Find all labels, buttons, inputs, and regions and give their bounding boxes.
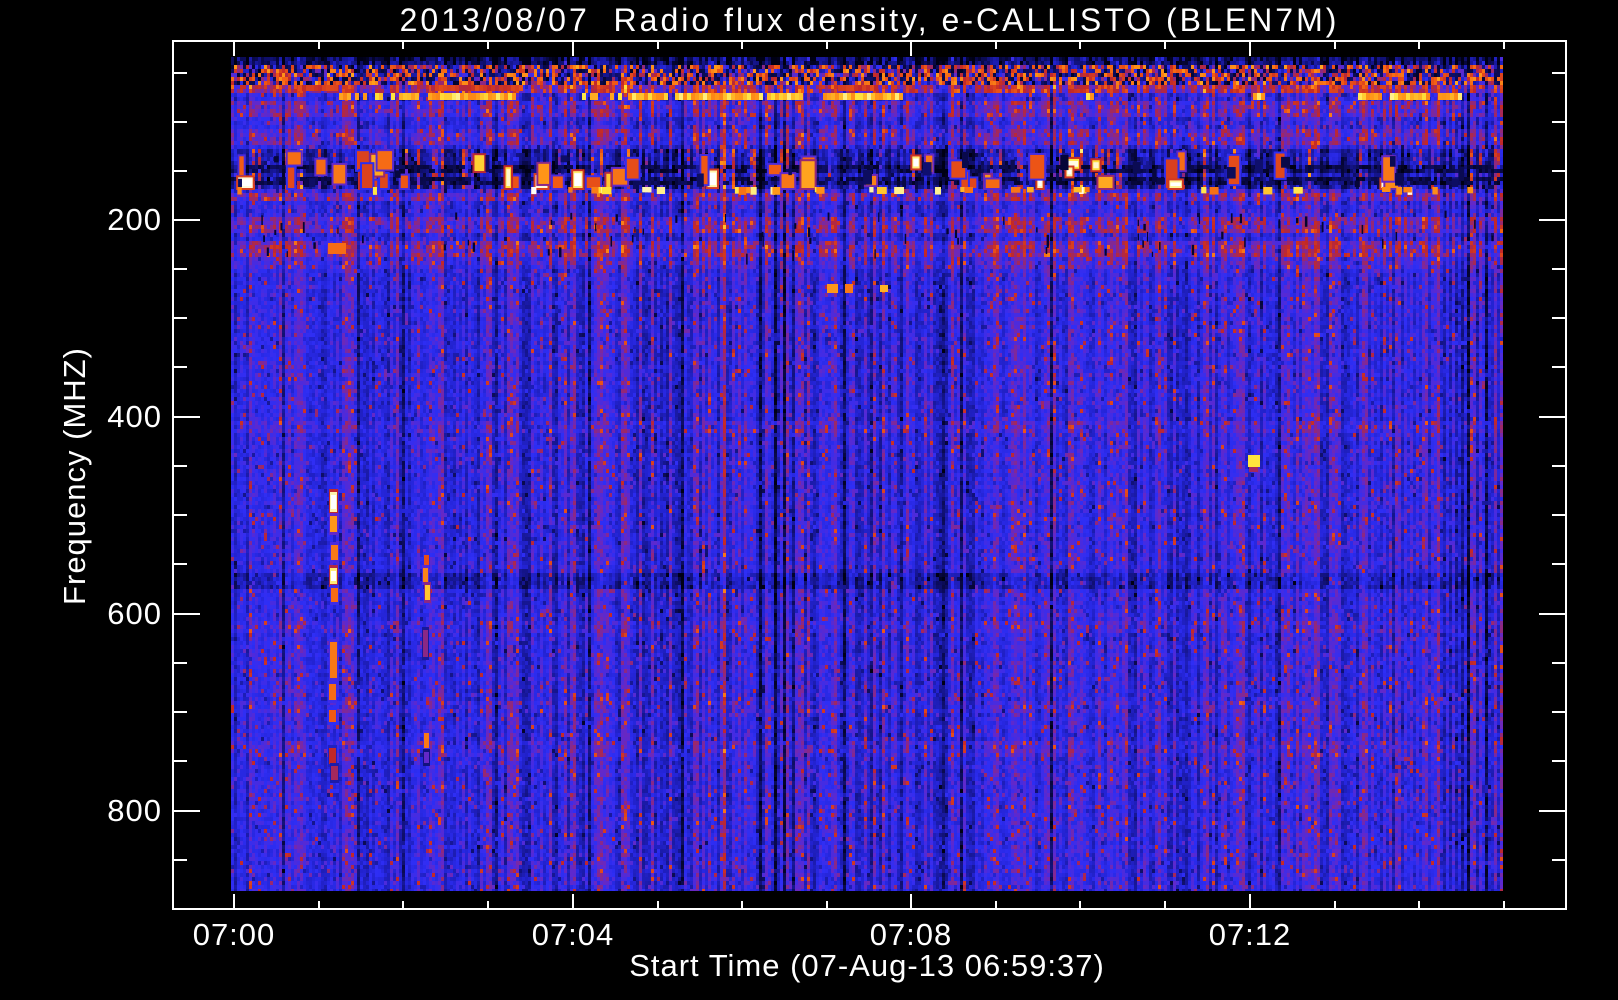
tick-mark [1079,901,1081,908]
tick-mark [402,42,404,49]
y-axis-tick-label: 600 [107,596,162,631]
tick-mark [910,42,912,56]
tick-mark [910,894,912,908]
tick-mark [572,894,574,908]
y-axis-label: Frequency (MHZ) [57,347,92,605]
tick-mark [174,465,187,467]
tick-mark [1552,72,1565,74]
tick-mark [1418,901,1420,908]
tick-mark [995,42,997,49]
tick-mark [1503,901,1505,908]
tick-mark [1552,170,1565,172]
y-axis-tick-label: 200 [107,202,162,237]
tick-mark [1552,121,1565,123]
tick-mark [1552,268,1565,270]
tick-mark [826,42,828,49]
tick-mark [233,42,235,56]
tick-mark [1418,42,1420,49]
tick-mark [318,42,320,49]
tick-mark [174,317,187,319]
tick-mark [174,711,187,713]
tick-mark [995,901,997,908]
tick-mark [174,416,200,418]
tick-mark [1334,901,1336,908]
spectrogram-page: 2013/08/07 Radio flux density, e-CALLIST… [0,0,1618,1000]
tick-mark [174,760,187,762]
chart-title: 2013/08/07 Radio flux density, e-CALLIST… [399,2,1340,38]
y-axis-tick-label: 400 [107,399,162,434]
tick-mark [174,72,187,74]
tick-mark [1552,563,1565,565]
tick-mark [174,563,187,565]
tick-mark [1552,366,1565,368]
tick-mark [174,859,187,861]
x-axis-label: Start Time (07-Aug-13 06:59:37) [629,948,1105,983]
plot-frame [172,40,1567,910]
tick-mark [174,810,200,812]
tick-mark [174,514,187,516]
tick-mark [1552,711,1565,713]
tick-mark [1334,42,1336,49]
y-axis-tick-label: 800 [107,793,162,828]
tick-mark [1552,859,1565,861]
tick-mark [826,901,828,908]
tick-mark [174,219,200,221]
tick-mark [1539,810,1565,812]
tick-mark [174,268,187,270]
tick-mark [174,613,200,615]
tick-mark [1552,662,1565,664]
tick-mark [1503,42,1505,49]
tick-mark [174,662,187,664]
tick-mark [1552,514,1565,516]
tick-mark [174,170,187,172]
tick-mark [1079,42,1081,49]
tick-mark [487,901,489,908]
tick-mark [174,121,187,123]
tick-mark [657,42,659,49]
tick-mark [1539,219,1565,221]
tick-mark [657,901,659,908]
tick-mark [572,42,574,56]
tick-mark [741,42,743,49]
tick-mark [318,901,320,908]
tick-mark [1552,465,1565,467]
tick-mark [1539,416,1565,418]
tick-mark [1552,760,1565,762]
tick-mark [402,901,404,908]
tick-mark [1539,613,1565,615]
tick-mark [1164,901,1166,908]
tick-mark [233,894,235,908]
tick-mark [1164,42,1166,49]
tick-mark [174,366,187,368]
tick-mark [1249,894,1251,908]
tick-mark [1249,42,1251,56]
tick-mark [741,901,743,908]
tick-mark [1552,317,1565,319]
tick-mark [487,42,489,49]
